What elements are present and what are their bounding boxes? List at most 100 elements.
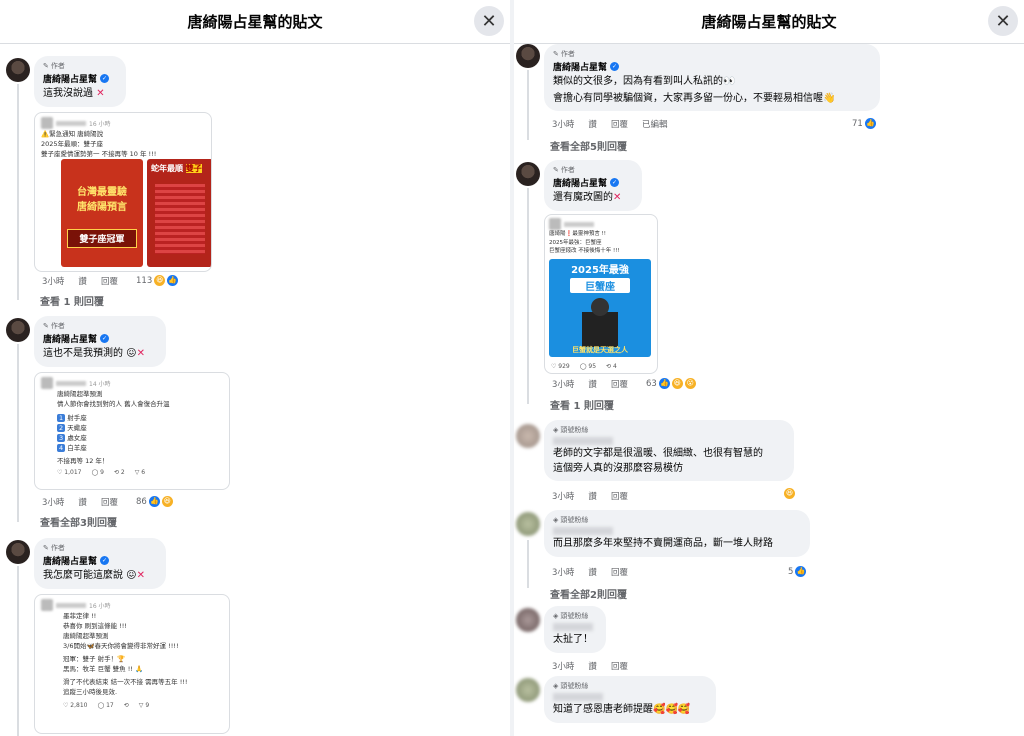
comment-actions: 3小時 讚 回覆 [552,378,628,390]
comment-actions: 3小時 讚 回覆 [42,496,118,508]
avatar[interactable] [516,608,540,632]
author-name[interactable]: 唐綺陽占星幫 [43,554,97,567]
view-replies-link[interactable]: 查看 1 則回覆 [550,397,614,412]
reply-button[interactable]: 回覆 [611,118,628,130]
comment-bubble: ◈ 頭號粉絲 老師的文字都是很溫暖、很細緻、也很有智慧的 這個旁人真的沒那麼容易模… [544,420,794,481]
top-fan-badge: ◈ 頭號粉絲 [553,682,589,690]
edited-label: 已編輯 [641,120,668,130]
poster-image: 台灣最靈驗 唐綺陽預言 雙子座冠軍 [61,159,143,267]
comment-image[interactable]: 唐綺陽❗最靈神預言 !! 2025年最強：巨蟹座 巨蟹座錢改 不接後悔十年 !!… [544,214,658,374]
comment-time[interactable]: 3小時 [552,378,574,390]
cross-icon: ✕ [136,348,145,359]
author-badge: ✎ 作者 [43,62,65,70]
comment-text: 還有魔改圖的✕ [553,192,622,203]
reaction-count[interactable]: 63 👍 😆 😮 [646,378,696,389]
comment-text: 老師的文字都是很溫暖、很細緻、也很有智慧的 [553,448,763,459]
reaction-count[interactable]: 5 👍 [788,566,807,577]
cross-icon: ✕ [96,88,105,99]
comment-time[interactable]: 3小時 [552,118,574,130]
like-button[interactable]: 讚 [588,490,597,502]
reply-button[interactable]: 回覆 [101,275,118,287]
like-button[interactable]: 讚 [78,275,87,287]
like-button[interactable]: 讚 [588,660,597,672]
blurred-username[interactable] [553,437,613,445]
verified-icon: ✓ [610,178,620,187]
post-title: 唐綺陽占星幫的貼文 [187,13,323,31]
avatar[interactable] [6,318,30,342]
avatar[interactable] [516,162,540,186]
avatar[interactable] [516,44,540,68]
comment-actions: 3小時 讚 回覆 [42,275,118,287]
like-button[interactable]: 讚 [588,378,597,390]
comment-image[interactable]: 16 小時 墨菲定律 !! 恭喜你 刷到這條能 !!! 唐綺陽超準預測 3/6開… [34,594,230,734]
comment-text: 這我沒說過 ✕ [43,88,105,99]
view-replies-link[interactable]: 查看全部3則回覆 [40,514,117,529]
comment-time[interactable]: 3小時 [552,566,574,578]
pencil-icon: ✎ [43,62,49,70]
thread-line [527,70,529,140]
comment-time[interactable]: 3小時 [552,660,574,672]
like-icon: 👍 [795,566,807,577]
reply-button[interactable]: 回覆 [611,490,628,502]
comment-time[interactable]: 3小時 [42,496,64,508]
blurred-username[interactable] [553,623,593,631]
view-replies-link[interactable]: 查看全部2則回覆 [550,586,627,601]
comment-time[interactable]: 3小時 [552,490,574,502]
like-button[interactable]: 讚 [78,496,87,508]
like-button[interactable]: 讚 [588,118,597,130]
diamond-icon: ◈ [553,682,559,690]
comment-bubble: ◈ 頭號粉絲 知道了感恩唐老師提醒🥰🥰🥰 [544,676,716,723]
comment-bubble: ✎ 作者 唐綺陽占星幫 ✓ 類似的文很多，因為有看到叫人私訊的👀 會擔心有同學被騙個… [544,44,880,111]
wow-icon: 😮 [684,378,696,389]
author-name[interactable]: 唐綺陽占星幫 [553,176,607,189]
avatar[interactable] [6,540,30,564]
author-name[interactable]: 唐綺陽占星幫 [553,60,607,73]
comment-text: 知道了感恩唐老師提醒🥰🥰🥰 [553,704,691,715]
comment-image[interactable]: 16 小時 ⚠️緊急通知 唐綺陽說 2025年最順：雙子座 雙子座愛情運勢第一 … [34,112,212,272]
reply-button[interactable]: 回覆 [611,378,628,390]
reply-button[interactable]: 回覆 [611,660,628,672]
close-button[interactable]: ✕ [988,6,1018,36]
comment-image[interactable]: 14 小時 唐綺陽超準預測 情人節你會找到對的人 舊人會復合升溫 1 射手座 2… [34,372,230,490]
pencil-icon: ✎ [43,544,49,552]
post-header: 唐綺陽占星幫的貼文 ✕ [0,0,510,44]
thread-line [17,84,19,300]
comment-text: 而且那麼多年來堅持不賣開運商品，斷一堆人財路 [553,538,773,549]
post-title: 唐綺陽占星幫的貼文 [701,13,837,31]
reaction-count[interactable]: 86 👍 😆 [136,496,173,507]
blurred-username[interactable] [553,527,613,535]
reaction-count[interactable]: 😆 [784,488,795,499]
close-icon: ✕ [481,10,497,32]
avatar[interactable] [516,678,540,702]
author-name[interactable]: 唐綺陽占星幫 [43,332,97,345]
comment-bubble: ◈ 頭號粉絲 而且那麼多年來堅持不賣開運商品，斷一堆人財路 [544,510,810,557]
thread-line [527,540,529,588]
verified-icon: ✓ [100,74,110,83]
avatar[interactable] [6,58,30,82]
reply-button[interactable]: 回覆 [101,496,118,508]
cross-icon: ✕ [136,570,145,581]
diamond-icon: ◈ [553,612,559,620]
view-replies-link[interactable]: 查看 1 則回覆 [40,293,104,308]
reaction-count[interactable]: 71 👍 [852,118,876,129]
comment-bubble: ✎ 作者 唐綺陽占星幫 ✓ 我怎麼可能這麼說 😖✕ [34,538,166,589]
close-button[interactable]: ✕ [474,6,504,36]
author-name[interactable]: 唐綺陽占星幫 [43,72,97,85]
like-icon: 👍 [148,496,160,507]
reply-button[interactable]: 回覆 [611,566,628,578]
avatar[interactable] [516,424,540,448]
diamond-icon: ◈ [553,426,559,434]
comment-bubble: ✎ 作者 唐綺陽占星幫 ✓ 還有魔改圖的✕ [544,160,642,211]
like-icon: 👍 [864,118,876,129]
avatar[interactable] [516,512,540,536]
comment-actions: 3小時 讚 回覆 [552,566,628,578]
view-replies-link[interactable]: 查看全部5則回覆 [550,138,627,153]
close-icon: ✕ [995,10,1011,32]
cross-icon: ✕ [613,192,622,203]
comment-bubble: ◈ 頭號粉絲 太扯了！ [544,606,606,653]
haha-icon: 😆 [671,378,683,389]
comment-time[interactable]: 3小時 [42,275,64,287]
reaction-count[interactable]: 113 😆 👍 [136,275,179,286]
like-button[interactable]: 讚 [588,566,597,578]
blurred-username[interactable] [553,693,603,701]
